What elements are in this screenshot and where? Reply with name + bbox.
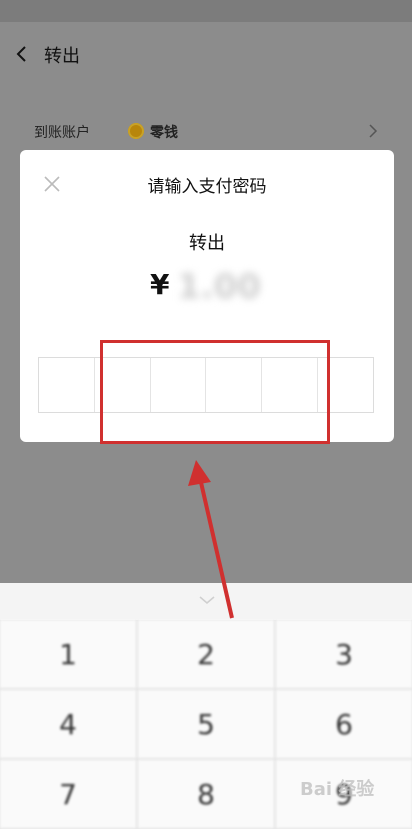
page-title: 转出 bbox=[44, 46, 80, 67]
key-4[interactable]: 4 bbox=[0, 690, 136, 758]
chevron-down-icon[interactable] bbox=[196, 593, 218, 607]
back-arrow-icon[interactable] bbox=[12, 44, 32, 64]
pin-cell[interactable] bbox=[39, 358, 95, 412]
dialog-subtitle: 转出 bbox=[189, 233, 225, 254]
key-5[interactable]: 5 bbox=[138, 690, 274, 758]
key-8[interactable]: 8 bbox=[138, 760, 274, 828]
account-label: 到账账户 bbox=[34, 125, 90, 141]
key-1[interactable]: 1 bbox=[0, 620, 136, 688]
currency-symbol: ¥ bbox=[150, 268, 170, 301]
status-bar bbox=[0, 0, 412, 22]
key-2[interactable]: 2 bbox=[138, 620, 274, 688]
transfer-amount: 1.00 bbox=[177, 267, 261, 307]
key-6[interactable]: 6 bbox=[276, 690, 412, 758]
header: 转出 bbox=[0, 22, 412, 84]
chevron-right-icon bbox=[369, 124, 378, 138]
account-value: 零钱 bbox=[150, 125, 178, 141]
key-3[interactable]: 3 bbox=[276, 620, 412, 688]
coin-icon bbox=[128, 123, 144, 139]
key-7[interactable]: 7 bbox=[0, 760, 136, 828]
account-row[interactable]: 到账账户 零钱 bbox=[0, 112, 412, 152]
highlight-box bbox=[100, 340, 330, 444]
watermark: Bai 经验 bbox=[300, 779, 375, 800]
dialog-title: 请输入支付密码 bbox=[147, 177, 267, 197]
